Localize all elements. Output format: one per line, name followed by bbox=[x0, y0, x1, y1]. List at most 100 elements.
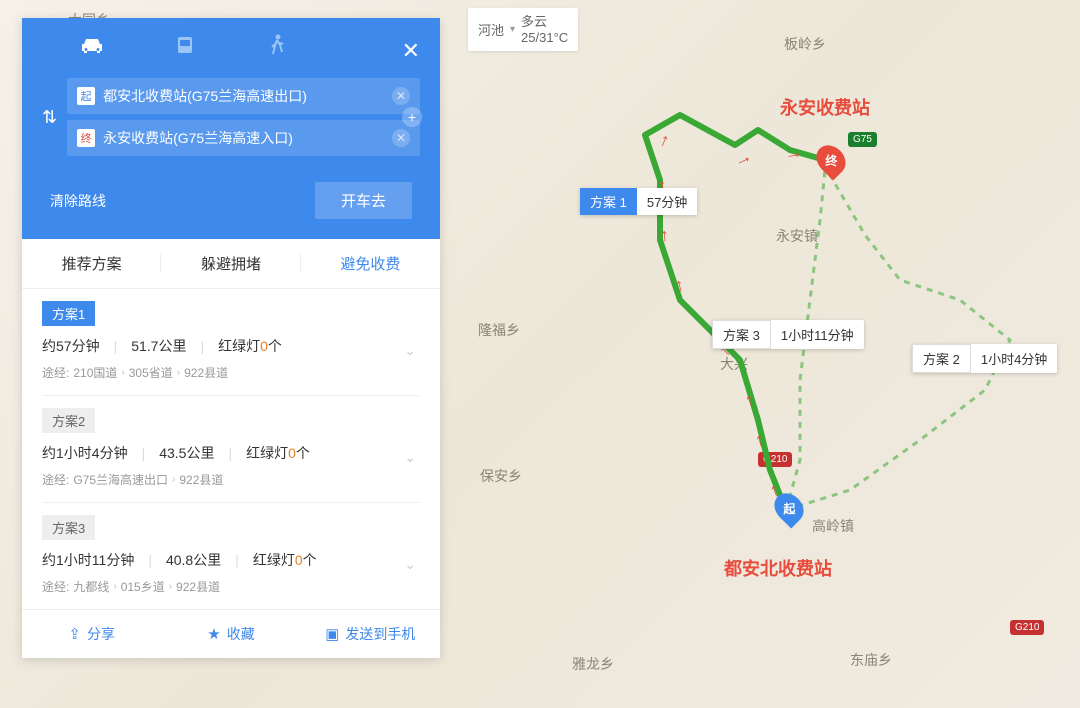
route-lights: 红绿灯0个 bbox=[218, 336, 282, 356]
route-item[interactable]: 方案2 约1小时4分钟| 43.5公里| 红绿灯0个 途经:G75兰海高速出口 ›… bbox=[42, 396, 420, 503]
via-segment: 015乡道 bbox=[121, 578, 165, 595]
route-inputs: ⇅ 起 都安北收费站(G75兰海高速出口) ✕ 终 永安收费站(G75兰海高速入… bbox=[22, 66, 440, 172]
car-mode-icon[interactable] bbox=[76, 34, 108, 58]
route-tag-label: 方案 2 bbox=[912, 344, 971, 373]
origin-text: 都安北收费站(G75兰海高速出口) bbox=[103, 86, 384, 106]
weather-widget[interactable]: 河池 ▾ 多云 25/31°C bbox=[468, 8, 578, 51]
route-via: 途经:G75兰海高速出口 › 922县道 bbox=[42, 471, 420, 488]
highway-shield-g75: G75 bbox=[848, 132, 877, 147]
tab-avoid-toll[interactable]: 避免收费 bbox=[301, 239, 440, 288]
weather-temp: 25/31°C bbox=[521, 30, 568, 46]
chevron-down-icon[interactable]: ⌄ bbox=[404, 556, 416, 573]
map-label: 雅龙乡 bbox=[572, 654, 614, 674]
via-segment: 305省道 bbox=[129, 364, 173, 381]
route-tag-time: 57分钟 bbox=[637, 188, 697, 215]
favorite-button[interactable]: ★收藏 bbox=[161, 610, 300, 658]
add-waypoint-icon[interactable]: + bbox=[402, 107, 422, 127]
clear-origin-icon[interactable]: ✕ bbox=[392, 87, 410, 105]
chevron-right-icon: › bbox=[177, 367, 180, 378]
chevron-right-icon: › bbox=[113, 581, 116, 592]
phone-icon: ▣ bbox=[325, 625, 339, 643]
map-label: 永安镇 bbox=[776, 226, 818, 246]
share-icon: ⇪ bbox=[68, 625, 81, 643]
tab-recommended[interactable]: 推荐方案 bbox=[22, 239, 161, 288]
transport-mode-tabs bbox=[22, 18, 440, 66]
origin-badge: 起 bbox=[77, 87, 95, 105]
weather-city: 河池 bbox=[478, 20, 504, 39]
route-name-badge: 方案1 bbox=[42, 301, 95, 326]
direction-arrow-icon: ↑ bbox=[659, 225, 670, 247]
route-lights: 红绿灯0个 bbox=[253, 550, 317, 570]
route-distance: 43.5公里 bbox=[159, 443, 214, 463]
action-row: 清除路线 开车去 bbox=[22, 172, 440, 239]
map-label: 保安乡 bbox=[480, 466, 522, 486]
route-lights: 红绿灯0个 bbox=[246, 443, 310, 463]
end-annotation: 永安收费站 bbox=[780, 94, 870, 120]
route-tag-plan3[interactable]: 方案 3 1小时11分钟 bbox=[712, 320, 864, 349]
star-icon: ★ bbox=[207, 625, 220, 643]
map-label: 板岭乡 bbox=[784, 34, 826, 54]
route-time: 约57分钟 bbox=[42, 336, 100, 356]
route-time: 约1小时11分钟 bbox=[42, 550, 134, 570]
route-summary: 约1小时11分钟| 40.8公里| 红绿灯0个 bbox=[42, 550, 420, 570]
chevron-right-icon: › bbox=[172, 474, 175, 485]
map-label: 隆福乡 bbox=[478, 320, 520, 340]
route-distance: 40.8公里 bbox=[166, 550, 221, 570]
via-segment: G75兰海高速出口 bbox=[73, 471, 168, 488]
map-label: 东庙乡 bbox=[850, 650, 892, 670]
route-tag-plan2[interactable]: 方案 2 1小时4分钟 bbox=[912, 344, 1057, 373]
start-annotation: 都安北收费站 bbox=[724, 555, 832, 581]
route-name-badge: 方案2 bbox=[42, 408, 95, 433]
route-tag-time: 1小时4分钟 bbox=[971, 345, 1057, 372]
route-name-badge: 方案3 bbox=[42, 515, 95, 540]
route-list: 方案1 约57分钟| 51.7公里| 红绿灯0个 途经:210国道›305省道›… bbox=[22, 289, 440, 609]
route-tag-plan1[interactable]: 方案 1 57分钟 bbox=[580, 188, 697, 215]
route-summary: 约57分钟| 51.7公里| 红绿灯0个 bbox=[42, 336, 420, 356]
destination-input[interactable]: 终 永安收费站(G75兰海高速入口) ✕ bbox=[67, 120, 420, 156]
route-distance: 51.7公里 bbox=[131, 336, 186, 356]
chevron-down-icon[interactable]: ⌄ bbox=[404, 342, 416, 359]
via-segment: 922县道 bbox=[176, 578, 220, 595]
clear-route-link[interactable]: 清除路线 bbox=[50, 191, 106, 211]
chevron-down-icon[interactable]: ⌄ bbox=[404, 449, 416, 466]
send-to-phone-button[interactable]: ▣发送到手机 bbox=[301, 610, 440, 658]
bus-mode-icon[interactable] bbox=[169, 34, 201, 58]
tab-avoid-congestion[interactable]: 躲避拥堵 bbox=[161, 239, 300, 288]
destination-badge: 终 bbox=[77, 129, 95, 147]
origin-input[interactable]: 起 都安北收费站(G75兰海高速出口) ✕ bbox=[67, 78, 420, 114]
share-button[interactable]: ⇪分享 bbox=[22, 610, 161, 658]
route-via: 途经:210国道 › 305省道 › 922县道 bbox=[42, 364, 420, 381]
route-time: 约1小时4分钟 bbox=[42, 443, 128, 463]
drive-button[interactable]: 开车去 bbox=[315, 182, 412, 219]
panel-footer: ⇪分享 ★收藏 ▣发送到手机 bbox=[22, 609, 440, 658]
weather-condition: 多云 bbox=[521, 14, 568, 30]
chevron-right-icon: › bbox=[169, 581, 172, 592]
clear-destination-icon[interactable]: ✕ bbox=[392, 129, 410, 147]
route-summary: 约1小时4分钟| 43.5公里| 红绿灯0个 bbox=[42, 443, 420, 463]
swap-icon[interactable]: ⇅ bbox=[42, 107, 57, 128]
via-segment: 922县道 bbox=[179, 471, 223, 488]
route-item[interactable]: 方案1 约57分钟| 51.7公里| 红绿灯0个 途经:210国道 › 305省道 ›… bbox=[42, 289, 420, 396]
highway-shield-g210: G210 bbox=[1010, 620, 1044, 635]
via-label: 途经: bbox=[42, 578, 69, 595]
via-segment: 922县道 bbox=[184, 364, 228, 381]
route-item[interactable]: 方案3 约1小时11分钟| 40.8公里| 红绿灯0个 途经:九都线 › 015乡道… bbox=[42, 503, 420, 609]
directions-panel: ✕ ⇅ 起 都安北收费站(G75兰海高速出口) ✕ 终 永安收费站(G75兰海高… bbox=[22, 18, 440, 658]
walk-mode-icon[interactable] bbox=[261, 34, 293, 58]
panel-header: ✕ ⇅ 起 都安北收费站(G75兰海高速出口) ✕ 终 永安收费站(G75兰海高… bbox=[22, 18, 440, 239]
filter-tabs: 推荐方案 躲避拥堵 避免收费 bbox=[22, 239, 440, 289]
via-label: 途经: bbox=[42, 471, 69, 488]
highway-shield-g210: G210 bbox=[758, 452, 792, 467]
route-tag-label: 方案 1 bbox=[580, 188, 637, 215]
map-label: 高岭镇 bbox=[812, 516, 854, 536]
close-icon[interactable]: ✕ bbox=[402, 38, 420, 64]
dropdown-arrow-icon: ▾ bbox=[510, 24, 515, 35]
route-tag-time: 1小时11分钟 bbox=[771, 321, 864, 348]
via-segment: 210国道 bbox=[73, 364, 117, 381]
route-via: 途经:九都线 › 015乡道 › 922县道 bbox=[42, 578, 420, 595]
via-segment: 九都线 bbox=[73, 578, 109, 595]
chevron-right-icon: › bbox=[121, 367, 124, 378]
route-tag-label: 方案 3 bbox=[712, 320, 771, 349]
via-label: 途经: bbox=[42, 364, 69, 381]
destination-text: 永安收费站(G75兰海高速入口) bbox=[103, 128, 384, 148]
